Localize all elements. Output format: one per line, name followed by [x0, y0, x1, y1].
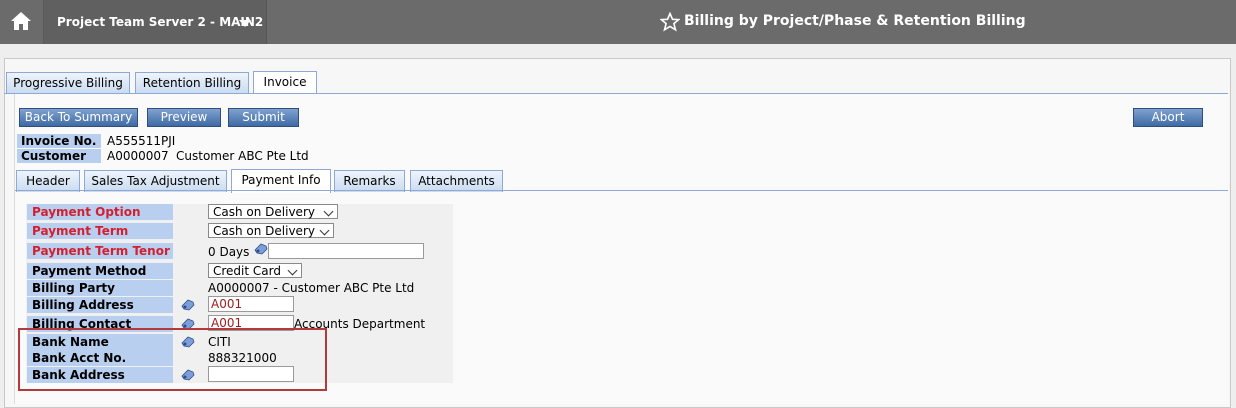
- payment-term-value: Cash on Delivery: [213, 224, 315, 238]
- payment-method-value: Credit Card: [213, 264, 281, 278]
- invoice-no-value: A555511PJI: [107, 134, 176, 148]
- bank-fields-highlight: [18, 328, 327, 391]
- billing-address-input[interactable]: A001: [208, 296, 294, 312]
- customer-code: A0000007: [107, 149, 169, 163]
- tab-remarks[interactable]: Remarks: [334, 170, 405, 192]
- chevron-down-icon: [323, 206, 334, 217]
- back-to-summary-button[interactable]: Back To Summary: [19, 108, 138, 127]
- tab-sales-tax-adjustment[interactable]: Sales Tax Adjustment: [84, 170, 227, 192]
- top-bar: Project Team Server 2 - MAIN2 Billing by…: [0, 0, 1236, 44]
- server-selector[interactable]: Project Team Server 2 - MAIN2: [44, 0, 267, 44]
- payment-method-label: Payment Method: [27, 263, 173, 279]
- server-label: Project Team Server 2 - MAIN2: [57, 15, 264, 29]
- subtab-divider: [15, 190, 1228, 191]
- lookup-icon[interactable]: [253, 241, 269, 255]
- payment-term-tenor-value: 0 Days: [208, 245, 250, 259]
- submit-button[interactable]: Submit: [228, 108, 299, 127]
- payment-term-select[interactable]: Cash on Delivery: [208, 223, 334, 238]
- lookup-icon[interactable]: [180, 297, 196, 311]
- payment-term-tenor-label: Payment Term Tenor: [27, 243, 173, 259]
- customer-label: Customer: [17, 149, 101, 163]
- billing-address-label: Billing Address: [27, 297, 173, 313]
- page-title: Billing by Project/Phase & Retention Bil…: [684, 13, 1026, 29]
- payment-term-label: Payment Term: [27, 223, 173, 239]
- billing-party-value: A0000007 - Customer ABC Pte Ltd: [208, 281, 415, 295]
- chevron-down-icon: [319, 225, 330, 236]
- payment-option-label: Payment Option: [27, 204, 173, 220]
- star-icon[interactable]: [660, 12, 680, 32]
- home-icon: [11, 12, 31, 30]
- abort-button[interactable]: Abort: [1133, 108, 1203, 127]
- chevron-down-icon: [287, 265, 298, 276]
- chevron-down-icon: [239, 20, 251, 27]
- tab-invoice[interactable]: Invoice: [253, 71, 317, 95]
- invoice-no-label: Invoice No.: [17, 134, 101, 148]
- tab-attachments[interactable]: Attachments: [410, 170, 503, 192]
- customer-name: Customer ABC Pte Ltd: [176, 149, 309, 163]
- tab-header[interactable]: Header: [16, 170, 80, 192]
- home-button[interactable]: [0, 0, 44, 44]
- payment-option-value: Cash on Delivery: [213, 205, 315, 219]
- payment-option-select[interactable]: Cash on Delivery: [208, 204, 338, 219]
- billing-party-label: Billing Party: [27, 280, 173, 296]
- payment-term-tenor-input[interactable]: [268, 243, 424, 259]
- preview-button[interactable]: Preview: [147, 108, 221, 127]
- tab-progressive-billing[interactable]: Progressive Billing: [6, 72, 130, 94]
- tab-retention-billing[interactable]: Retention Billing: [135, 72, 249, 94]
- payment-method-select[interactable]: Credit Card: [208, 263, 302, 278]
